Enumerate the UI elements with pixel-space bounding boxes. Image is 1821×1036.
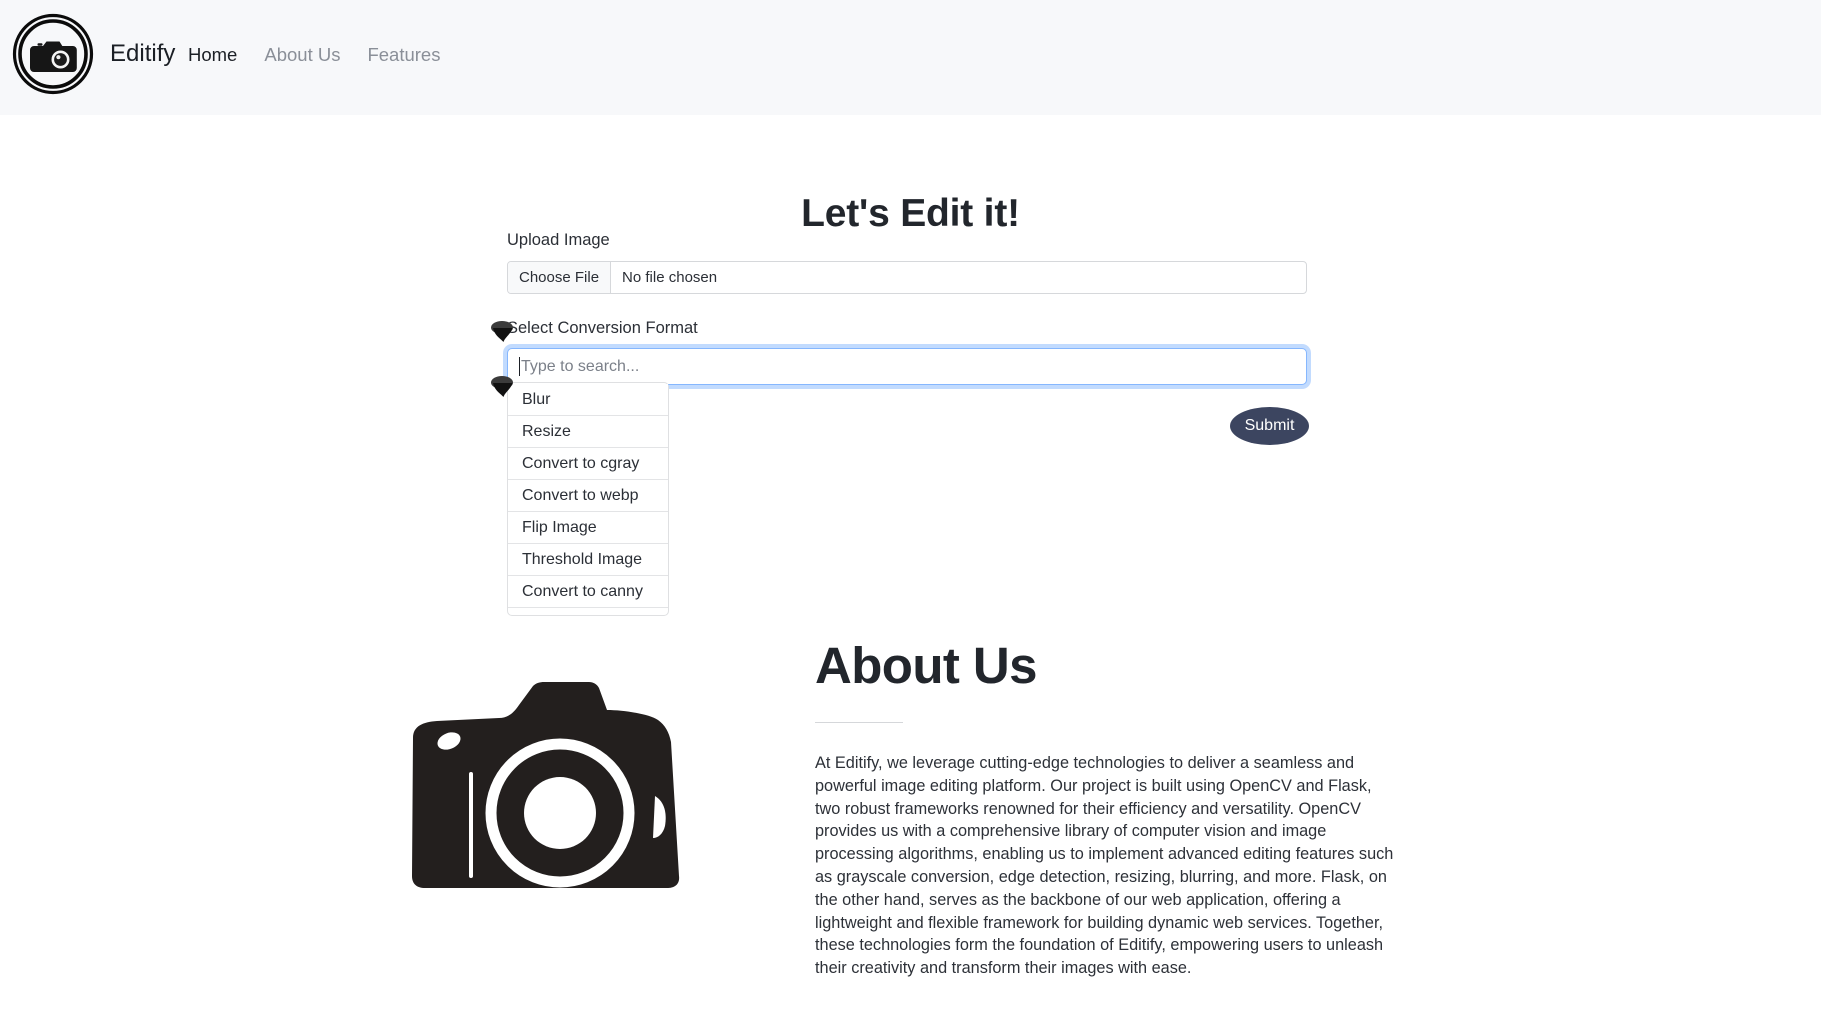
file-status-text: No file chosen xyxy=(622,268,718,286)
nav-link-home[interactable]: Home xyxy=(188,45,237,65)
about-divider xyxy=(815,722,903,724)
navbar: Editify Home About Us Features xyxy=(0,0,1821,115)
nav-links: Home About Us Features xyxy=(188,45,440,65)
select-conversion-format-label: Select Conversion Format xyxy=(507,318,698,337)
dropdown-option-convert-to-canny[interactable]: Convert to canny xyxy=(508,576,668,608)
dropdown-option-convert-to-cgray[interactable]: Convert to cgray xyxy=(508,448,668,480)
about-body-text: At Editify, we leverage cutting-edge tec… xyxy=(815,754,1394,978)
camera-circle-logo-icon[interactable] xyxy=(12,13,94,95)
dropdown-option-threshold-image[interactable]: Threshold Image xyxy=(508,544,668,576)
text-caret xyxy=(519,357,520,376)
choose-file-button[interactable]: Choose File xyxy=(508,261,612,293)
brand-name[interactable]: Editify xyxy=(110,42,175,66)
nav-link-about-us[interactable]: About Us xyxy=(264,45,340,65)
about-title: About Us xyxy=(815,637,1037,694)
upload-image-label: Upload Image xyxy=(507,231,610,249)
edit-form: Upload Image Choose File No file chosen … xyxy=(507,232,1307,385)
about-section: About Us At Editify, we leverage cutting… xyxy=(815,637,1400,980)
upload-image-file-input[interactable]: Choose File No file chosen xyxy=(507,260,1307,294)
camera-illustration-icon xyxy=(403,680,691,892)
conversion-format-search-input[interactable]: Type to search... xyxy=(507,348,1307,385)
submit-button[interactable]: Submit xyxy=(1230,407,1309,445)
conversion-format-dropdown-list[interactable]: Blur Resize Convert to cgray Convert to … xyxy=(507,382,669,616)
dropdown-option-convert-to-webp[interactable]: Convert to webp xyxy=(508,480,668,512)
page-title: Let's Edit it! xyxy=(801,192,1020,236)
dropdown-option-resize[interactable]: Resize xyxy=(508,416,668,448)
nav-link-features[interactable]: Features xyxy=(367,45,440,65)
dropdown-option-flip-image[interactable]: Flip Image xyxy=(508,512,668,544)
dropdown-option-blur[interactable]: Blur xyxy=(508,384,668,416)
search-placeholder: Type to search... xyxy=(521,357,640,375)
